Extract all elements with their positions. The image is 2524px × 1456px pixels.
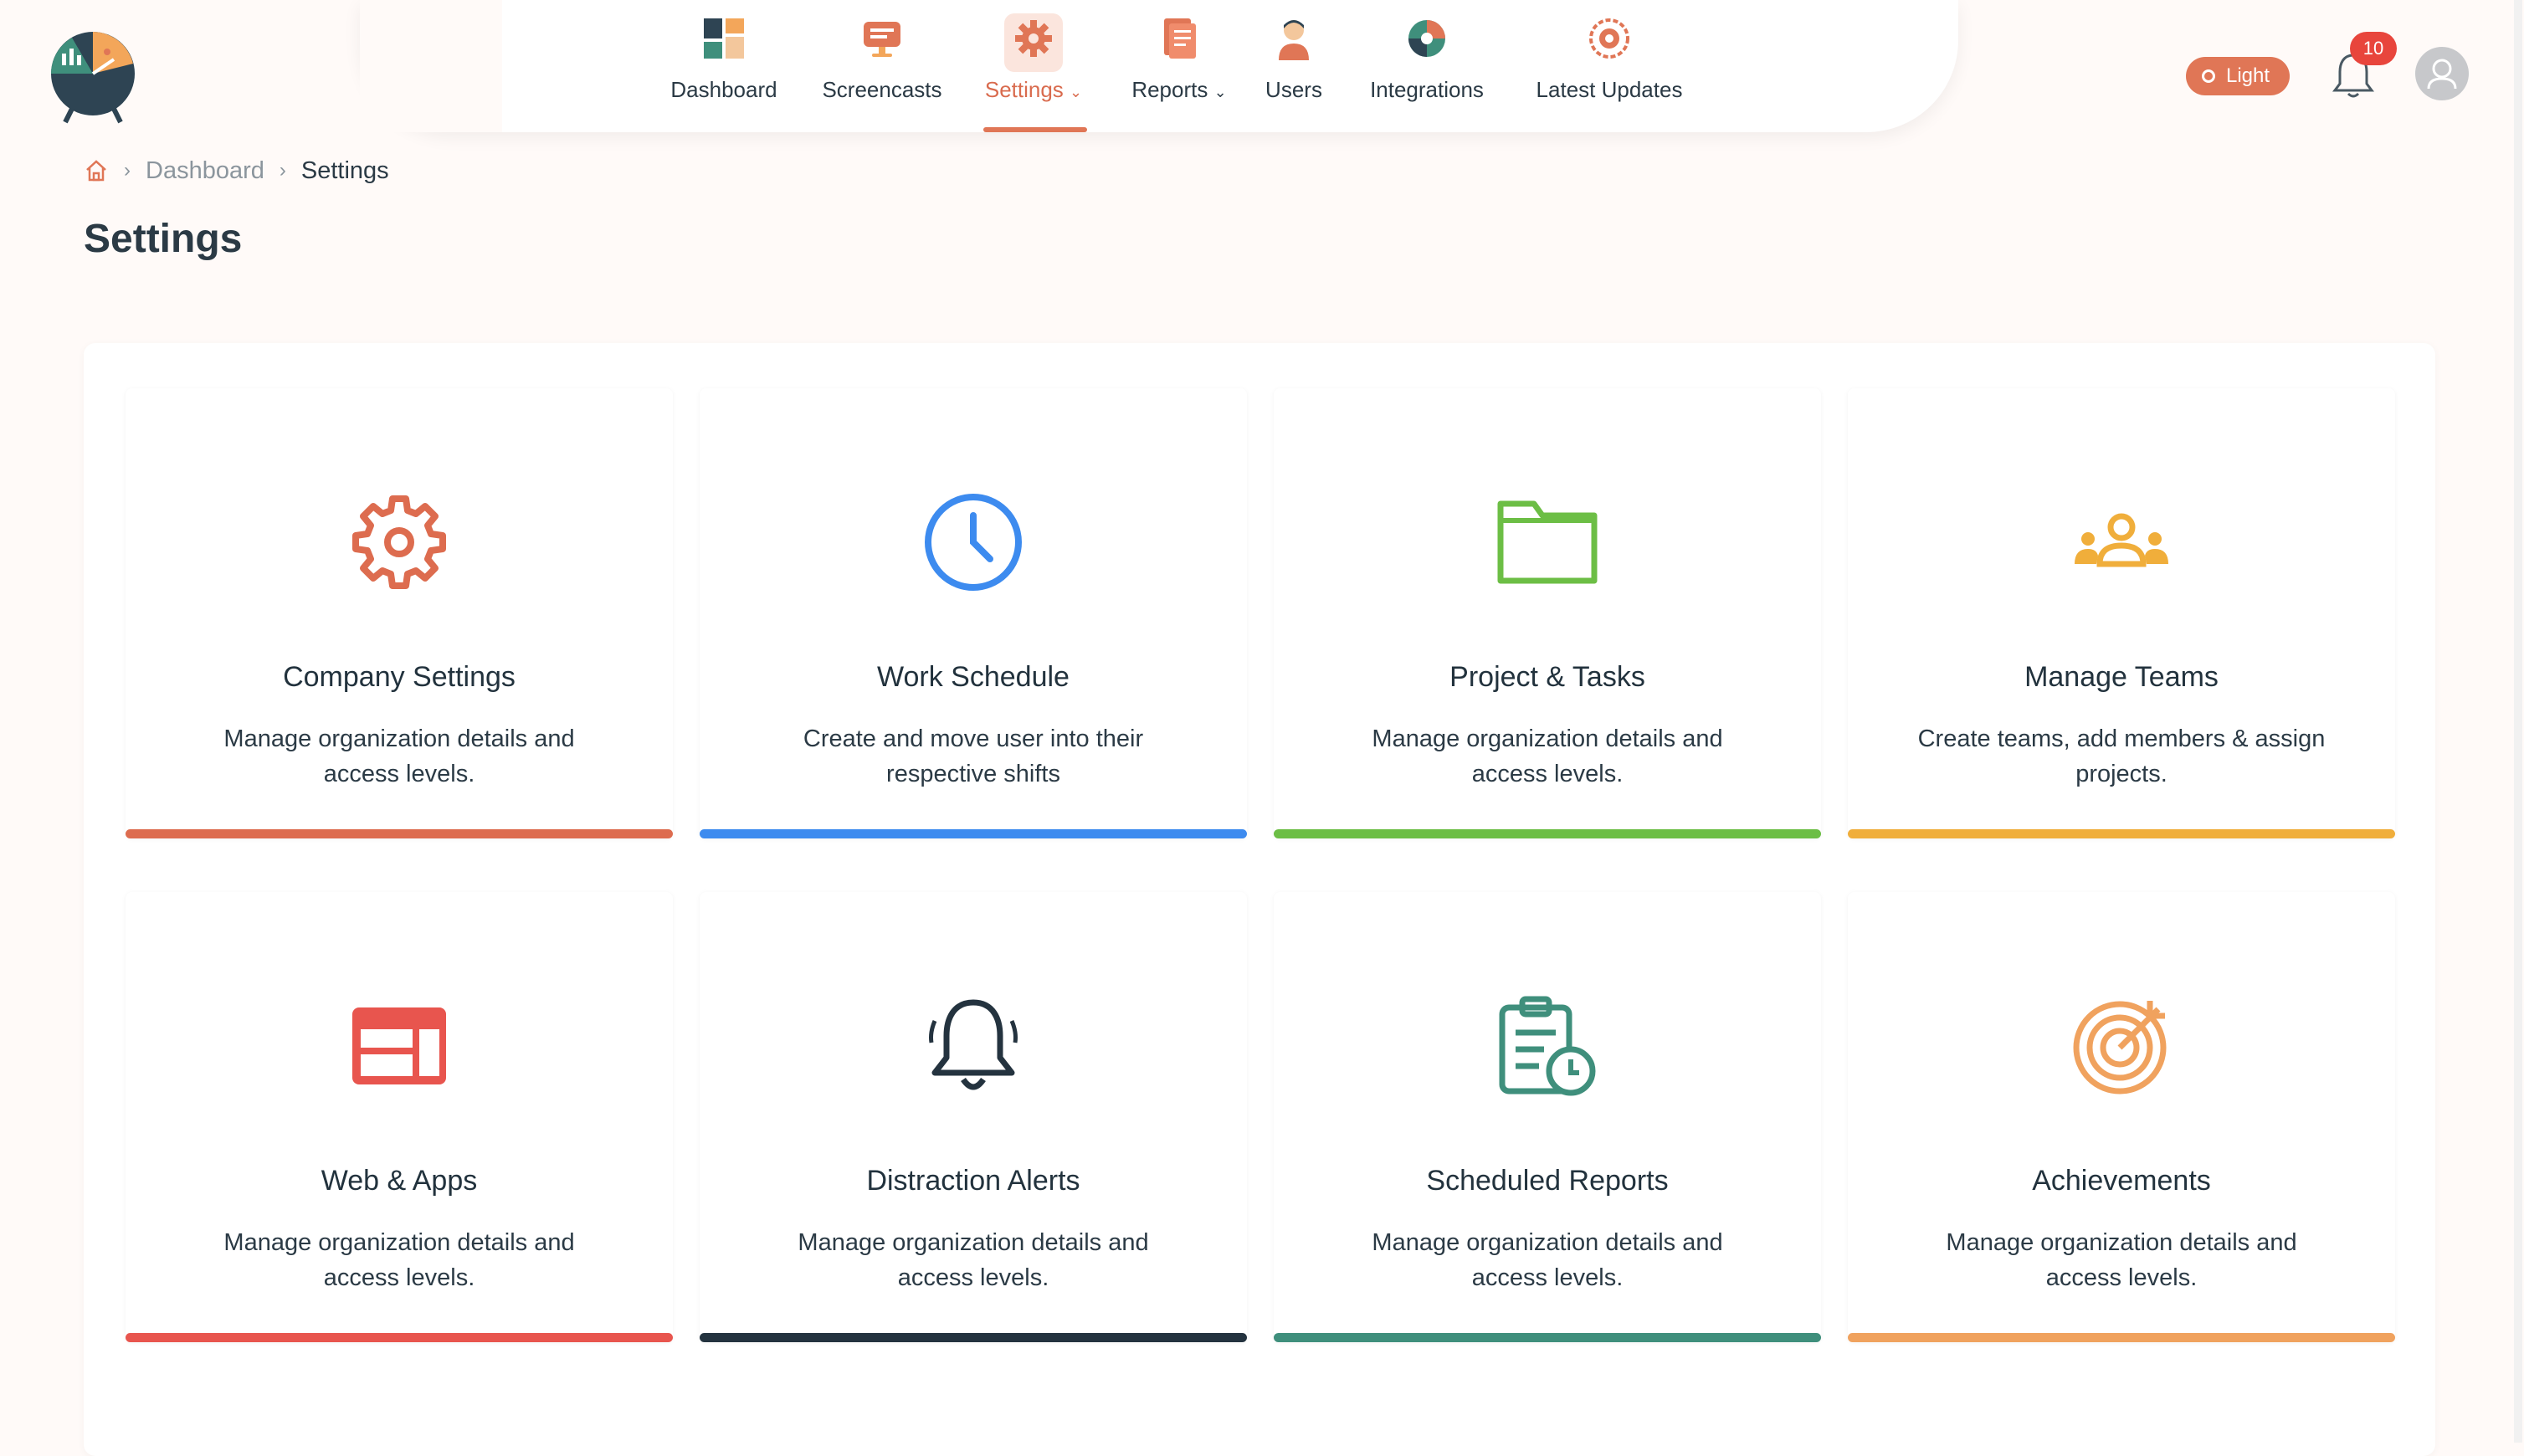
clock-icon — [925, 494, 1022, 591]
card-description: Create teams, add members & assign proje… — [1917, 725, 2326, 787]
card-description: Manage organization details and access l… — [1372, 1229, 1723, 1291]
card-title: Company Settings — [283, 661, 516, 693]
top-navigation: Dashboard Screencasts Settings ⌄ Reports… — [360, 0, 1958, 132]
card-description: Manage organization details and access l… — [223, 1229, 575, 1291]
nav-label: Users — [1265, 77, 1322, 102]
card-title: Project & Tasks — [1449, 661, 1645, 693]
card-description: Manage organization details and access l… — [1946, 1229, 2297, 1291]
avatar[interactable] — [2415, 47, 2469, 100]
theme-label: Light — [2226, 64, 2270, 87]
dashboard-icon — [704, 18, 744, 59]
card-web-apps[interactable]: Web & Apps Manage organization details a… — [126, 892, 673, 1342]
card-description: Manage organization details and access l… — [1372, 725, 1723, 787]
card-accent-bar — [1274, 829, 1821, 838]
page-title: Settings — [84, 217, 243, 261]
nav-item-dashboard[interactable]: Dashboard — [661, 15, 787, 103]
card-scheduled-reports[interactable]: Scheduled Reports Manage organization de… — [1274, 892, 1821, 1342]
card-accent-bar — [126, 829, 673, 838]
card-title: Manage Teams — [2024, 661, 2219, 693]
settings-icon — [1015, 20, 1052, 57]
card-distraction-alerts[interactable]: Distraction Alerts Manage organization d… — [700, 892, 1247, 1342]
nav-label: Integrations — [1370, 77, 1484, 102]
home-icon[interactable] — [84, 158, 109, 183]
card-work-schedule[interactable]: Work Schedule Create and move user into … — [700, 388, 1247, 838]
nav-item-screencasts[interactable]: Screencasts — [813, 15, 951, 103]
team-icon — [2075, 513, 2168, 567]
nav-label: Reports ⌄ — [1131, 77, 1227, 102]
nav-item-settings[interactable]: Settings ⌄ — [975, 15, 1092, 103]
reports-icon — [1164, 18, 1196, 59]
card-accent-bar — [700, 829, 1247, 838]
card-description: Create and move user into their respecti… — [803, 725, 1144, 787]
chevron-down-icon: ⌄ — [1213, 84, 1227, 100]
card-title: Distraction Alerts — [866, 1165, 1080, 1197]
breadcrumb-link-dashboard[interactable]: Dashboard — [146, 157, 264, 185]
breadcrumb-separator: › — [124, 159, 131, 182]
updates-icon — [1589, 18, 1629, 59]
breadcrumb: › Dashboard › Settings — [84, 154, 389, 187]
breadcrumb-current: Settings — [300, 156, 389, 184]
user-icon — [1279, 20, 1309, 60]
nav-label: Screencasts — [822, 77, 942, 102]
card-description: Manage organization details and access l… — [223, 725, 575, 787]
web-apps-icon — [352, 1007, 446, 1084]
theme-toggle[interactable]: Light — [2186, 57, 2290, 95]
nav-item-users[interactable]: Users — [1262, 15, 1326, 103]
integrations-icon — [1408, 20, 1445, 57]
nav-item-latest-updates[interactable]: Latest Updates — [1531, 15, 1687, 103]
app-logo[interactable] — [47, 22, 139, 126]
card-company-settings[interactable]: Company Settings Manage organization det… — [126, 388, 673, 838]
nav-item-reports[interactable]: Reports ⌄ — [1123, 15, 1235, 103]
active-tab-indicator — [983, 127, 1087, 132]
target-icon — [2073, 1001, 2167, 1095]
chevron-down-icon: ⌄ — [1070, 84, 1083, 100]
card-manage-teams[interactable]: Manage Teams Create teams, add members &… — [1848, 388, 2395, 838]
card-accent-bar — [126, 1333, 673, 1342]
card-title: Work Schedule — [877, 661, 1070, 693]
card-project-tasks[interactable]: Project & Tasks Manage organization deta… — [1274, 388, 1821, 838]
card-title: Scheduled Reports — [1426, 1165, 1669, 1197]
card-achievements[interactable]: Achievements Manage organization details… — [1848, 892, 2395, 1342]
settings-panel: Company Settings Manage organization det… — [84, 343, 2435, 1456]
card-title: Achievements — [2032, 1165, 2211, 1197]
card-title: Web & Apps — [321, 1165, 478, 1197]
clipboard-clock-icon — [1499, 996, 1596, 1096]
sun-icon — [2202, 69, 2215, 83]
nav-item-integrations[interactable]: Integrations — [1364, 15, 1490, 103]
card-description: Manage organization details and access l… — [798, 1229, 1149, 1291]
card-accent-bar — [1274, 1333, 1821, 1342]
gear-icon — [352, 495, 446, 589]
nav-label: Latest Updates — [1536, 77, 1683, 102]
user-avatar-icon — [2427, 59, 2457, 90]
screencast-icon — [864, 22, 900, 57]
card-accent-bar — [700, 1333, 1247, 1342]
folder-icon — [1497, 500, 1598, 584]
nav-label: Settings ⌄ — [984, 77, 1083, 102]
page-scrollbar[interactable] — [2514, 0, 2522, 1443]
bell-icon — [929, 999, 1018, 1090]
card-accent-bar — [1848, 1333, 2395, 1342]
nav-label: Dashboard — [670, 77, 777, 102]
breadcrumb-separator: › — [279, 159, 286, 182]
notification-badge: 10 — [2350, 32, 2397, 65]
card-accent-bar — [1848, 829, 2395, 838]
